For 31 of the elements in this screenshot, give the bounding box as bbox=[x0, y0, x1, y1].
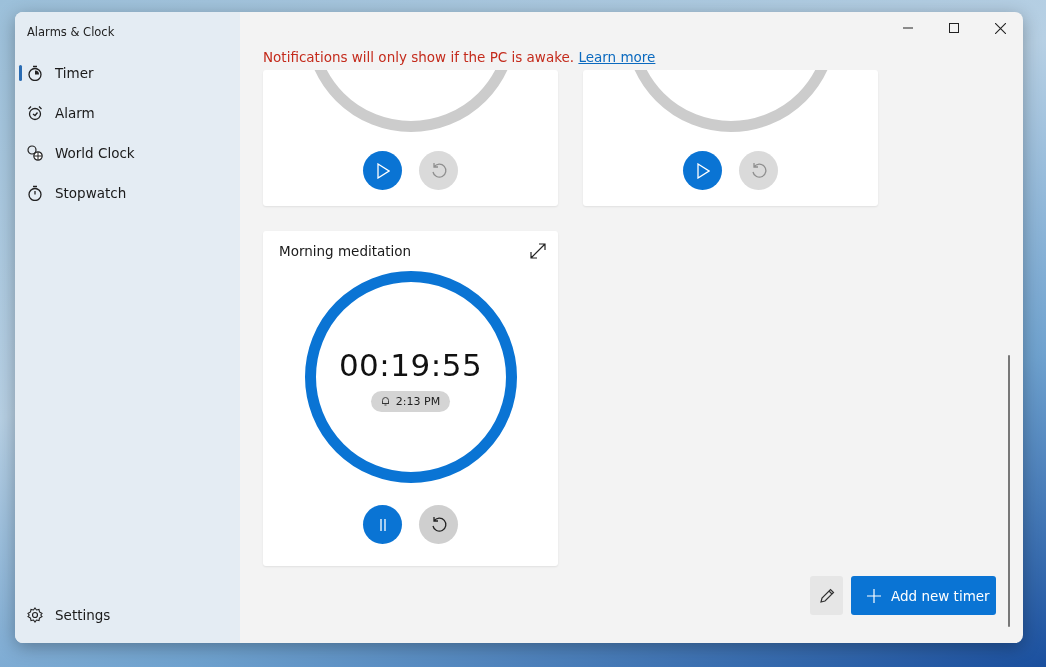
pause-button[interactable] bbox=[363, 505, 402, 544]
settings-icon bbox=[27, 607, 43, 623]
expand-icon[interactable] bbox=[530, 243, 546, 259]
nav-item[interactable]: World Clock bbox=[15, 137, 240, 169]
edit-button[interactable] bbox=[810, 576, 843, 615]
play-button[interactable] bbox=[363, 151, 402, 190]
notification-message: Notifications will only show if the PC is awake. bbox=[263, 49, 575, 65]
settings-item[interactable]: Settings bbox=[15, 599, 240, 631]
play-icon bbox=[695, 162, 710, 179]
play-button[interactable] bbox=[683, 151, 722, 190]
timer-name: Morning meditation bbox=[279, 243, 412, 259]
window-title: Alarms & Clock bbox=[26, 24, 116, 41]
scrollbar-thumb[interactable] bbox=[1008, 355, 1010, 627]
timer-countdown: 00:19:55 bbox=[338, 346, 483, 383]
nav-item[interactable]: Stopwatch bbox=[15, 177, 240, 209]
learn-more-link[interactable]: Learn more bbox=[578, 49, 656, 65]
maximize-icon bbox=[949, 23, 959, 33]
reset-button[interactable] bbox=[419, 505, 458, 544]
nav-item[interactable]: Alarm bbox=[15, 97, 240, 129]
play-icon bbox=[375, 162, 390, 179]
end-time-pill: 2:13 PM bbox=[370, 390, 451, 412]
stopwatch-icon bbox=[27, 185, 43, 201]
alarm-clock-icon bbox=[27, 105, 43, 121]
pencil-icon bbox=[817, 586, 836, 605]
clocks-globe-icon bbox=[27, 145, 43, 161]
plus-icon bbox=[867, 588, 881, 603]
add-new-timer-button[interactable]: Add new timer bbox=[851, 576, 996, 615]
bell-icon bbox=[380, 396, 390, 406]
close-icon bbox=[994, 22, 1006, 34]
timer-icon bbox=[27, 65, 43, 81]
nav-item[interactable]: Timer bbox=[15, 57, 240, 89]
